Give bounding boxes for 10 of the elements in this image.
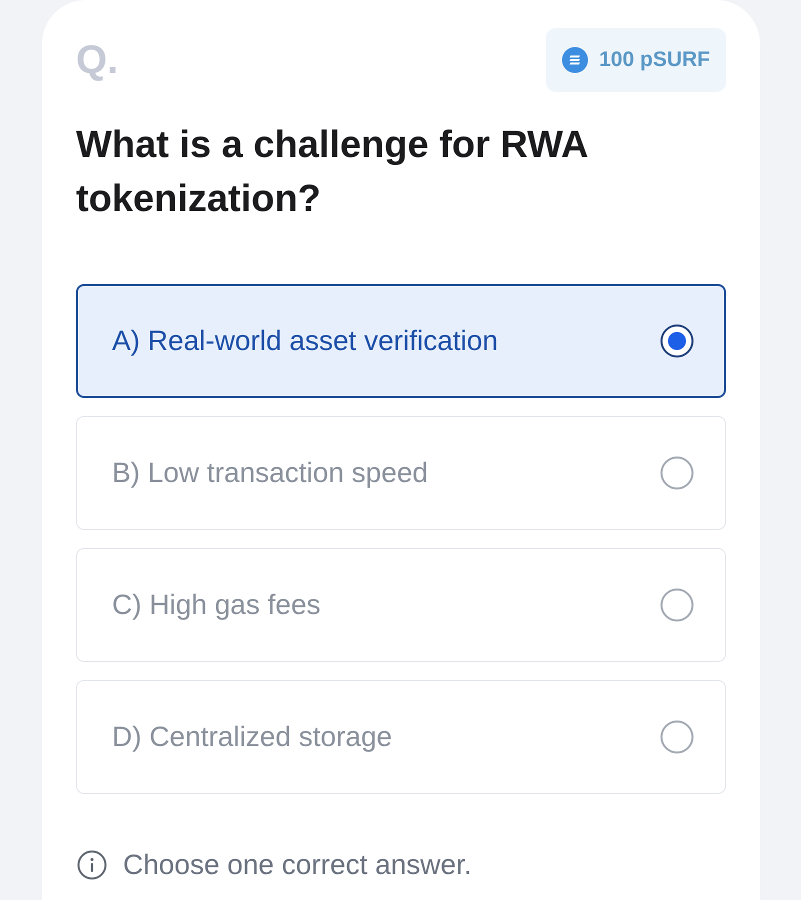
answer-option[interactable]: A) Real-world asset verification [76,284,726,398]
answer-option[interactable]: B) Low transaction speed [76,416,726,530]
hint-text: Choose one correct answer. [123,848,472,882]
coin-icon [562,47,588,73]
reward-amount: 100 pSURF [599,47,710,74]
question-label: Q. [76,40,118,80]
info-icon [77,850,107,880]
answer-option[interactable]: D) Centralized storage [76,680,726,794]
answer-option[interactable]: C) High gas fees [76,548,726,662]
question-text: What is a challenge for RWA tokenization? [76,123,588,222]
